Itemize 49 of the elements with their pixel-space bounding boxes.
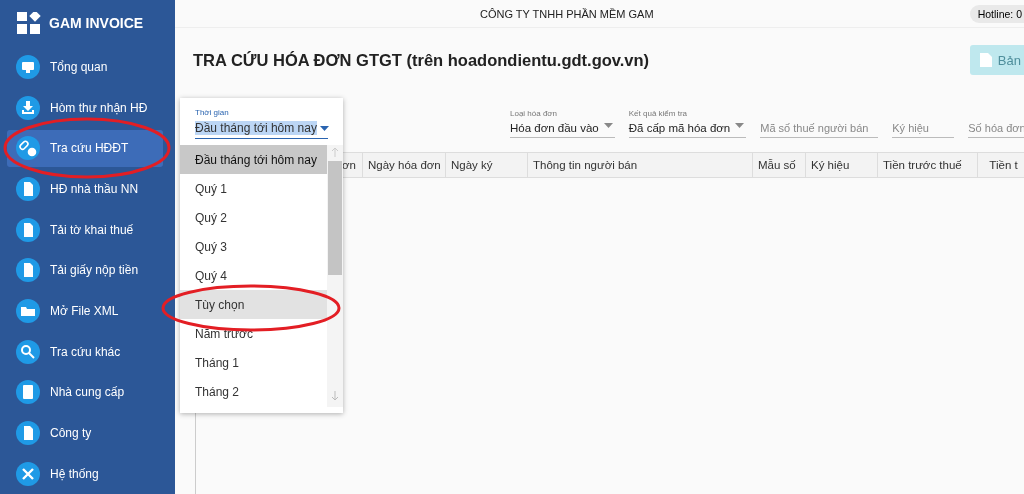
column-header: Ký hiệu: [806, 153, 878, 177]
app-name: GAM INVOICE: [49, 14, 144, 31]
document-icon: [16, 420, 40, 445]
sidebar-item[interactable]: HĐ nhà thầu NN: [7, 170, 163, 208]
dropdown-option[interactable]: Đầu tháng tới hôm nay: [180, 145, 327, 174]
sidebar-item[interactable]: Nhà cung cấp: [7, 373, 163, 411]
dropdown-option[interactable]: Quý 3: [180, 232, 327, 261]
select-field[interactable]: Thời gian Đầu tháng tới hôm nay: [180, 98, 343, 145]
sidebar-item[interactable]: Hòm thư nhận HĐ: [7, 89, 163, 127]
page-title: TRA CỨU HÓA ĐƠN GTGT (trên hoadondientu.gdt.gov.vn): [193, 50, 650, 70]
sidebar-item[interactable]: Tải giấy nộp tiền: [7, 252, 163, 289]
sidebar-item[interactable]: Hệ thống: [7, 455, 163, 492]
input-field[interactable]: Ký hiệu: [892, 119, 955, 138]
column-header: Tiền t: [988, 158, 1019, 173]
caret-icon: [735, 123, 745, 128]
dropdown-option[interactable]: Tháng 2: [180, 377, 327, 406]
dropdown-option[interactable]: Quý 2: [180, 203, 327, 232]
monitor-icon: [16, 55, 40, 80]
sidebar-item[interactable]: Công ty: [7, 414, 163, 452]
column-header: Ngày ký: [446, 153, 528, 177]
sidebar-item[interactable]: Tra cứu HĐĐT: [7, 130, 163, 167]
dropdown-option[interactable]: Quý 1: [180, 174, 327, 203]
search-icon: [16, 339, 40, 364]
sidebar-item[interactable]: Tra cứu khác: [7, 333, 163, 370]
folder-icon: [16, 299, 40, 323]
document-icon: [16, 177, 40, 201]
dropdown-option[interactable]: Năm trước: [180, 319, 327, 348]
dropdown-option[interactable]: Quý 4: [180, 261, 327, 290]
hotline-badge: Hotline: 0: [969, 4, 1024, 23]
select-field[interactable]: Kết quả kiểm tra Đã cấp mã hóa đơn: [628, 109, 747, 138]
link-icon: [16, 136, 40, 161]
sidebar-item[interactable]: Tải tờ khai thuế: [7, 211, 163, 248]
file-icon: [979, 53, 992, 67]
column-header: Tiền trước thuế: [878, 153, 978, 177]
caret-icon: [320, 126, 329, 131]
column-header: Thông tin người bán: [528, 153, 753, 177]
sidebar-item[interactable]: Mở File XML: [7, 292, 163, 330]
column-header: Ngày hóa đơn: [363, 153, 446, 177]
sidebar-item[interactable]: Tổng quan: [7, 48, 163, 86]
download-icon: [16, 95, 40, 120]
select-field[interactable]: Loại hóa đơn Hóa đơn đầu vào: [510, 109, 615, 138]
dropdown-option[interactable]: Tháng 1: [180, 348, 327, 377]
column-header: Mẫu số: [753, 153, 806, 177]
caret-icon: [603, 123, 613, 128]
dropdown-option[interactable]: Tùy chọn: [180, 290, 327, 319]
input-field[interactable]: Mã số thuế người bán: [760, 119, 879, 138]
scrollbar[interactable]: [327, 145, 343, 407]
company-name: CÔNG TY TNHH PHẦN MỀM GAM: [480, 7, 654, 20]
logo-icon: [17, 11, 41, 34]
